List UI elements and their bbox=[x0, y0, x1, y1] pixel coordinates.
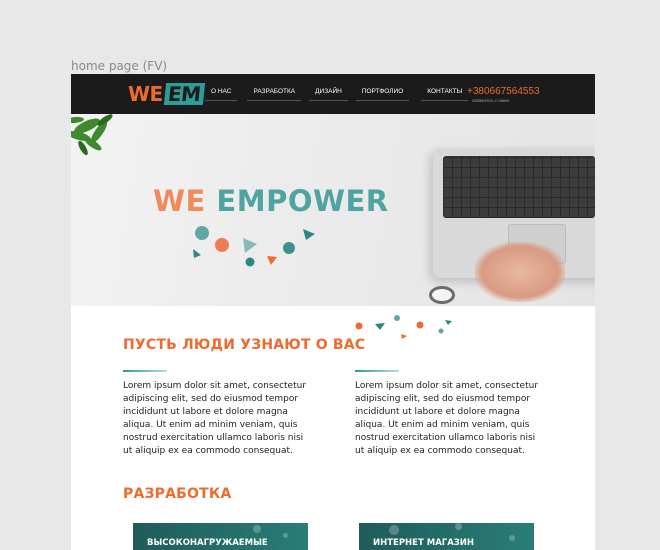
nav-item-contacts[interactable]: КОНТАКТЫ bbox=[421, 88, 469, 101]
phone-caption: свяжитесь с нами bbox=[472, 98, 510, 103]
hero-title-teal: EMPOWER bbox=[216, 184, 389, 218]
nav-item-development[interactable]: РАЗРАБОТКА bbox=[247, 88, 301, 101]
logo[interactable]: WE EM bbox=[128, 82, 205, 106]
about-text-right: Lorem ipsum dolor sit amet, consectetur … bbox=[355, 381, 539, 456]
frame-label: home page (FV) bbox=[71, 59, 168, 73]
laptop-keyboard bbox=[443, 156, 595, 218]
artboard: WE EM О НАС РАЗРАБОТКА ДИЗАЙН ПОРТФОЛИО … bbox=[71, 74, 595, 550]
about-column-right: Lorem ipsum dolor sit amet, consectetur … bbox=[355, 370, 545, 458]
watch-image bbox=[429, 286, 455, 304]
development-title: РАЗРАБОТКА bbox=[123, 486, 232, 502]
about-title: ПУСТЬ ЛЮДИ УЗНАЮТ О ВАС bbox=[123, 337, 366, 353]
hands-image bbox=[475, 242, 565, 302]
nav-item-portfolio[interactable]: ПОРТФОЛИО bbox=[355, 88, 410, 101]
service-card-label: ВЫСОКОНАГРУЖАЕМЫЕ bbox=[147, 538, 268, 548]
divider bbox=[355, 370, 399, 372]
nav-item-design[interactable]: ДИЗАЙН bbox=[309, 88, 348, 101]
service-card-highload[interactable]: ВЫСОКОНАГРУЖАЕМЫЕ bbox=[133, 523, 308, 550]
hero-title-orange: WE bbox=[153, 184, 217, 218]
logo-em: EM bbox=[163, 82, 205, 106]
hero-banner: WE EMPOWER bbox=[71, 114, 595, 306]
plant-image bbox=[71, 114, 113, 156]
about-column-left: Lorem ipsum dolor sit amet, consectetur … bbox=[123, 370, 313, 458]
main-nav: О НАС РАЗРАБОТКА ДИЗАЙН ПОРТФОЛИО КОНТАК… bbox=[201, 88, 469, 101]
divider bbox=[123, 370, 167, 372]
nav-item-about[interactable]: О НАС bbox=[204, 88, 239, 101]
phone-number[interactable]: +380667564553 bbox=[467, 86, 540, 97]
site-header: WE EM О НАС РАЗРАБОТКА ДИЗАЙН ПОРТФОЛИО … bbox=[71, 74, 595, 114]
hero-decor-shapes bbox=[193, 226, 315, 267]
section-decor-shapes bbox=[355, 315, 452, 339]
about-text-left: Lorem ipsum dolor sit amet, consectetur … bbox=[123, 381, 307, 456]
service-card-ecommerce[interactable]: ИНТЕРНЕТ МАГАЗИН bbox=[359, 523, 534, 550]
hero-title: WE EMPOWER bbox=[153, 184, 389, 218]
logo-we: WE bbox=[128, 82, 163, 106]
service-card-label: ИНТЕРНЕТ МАГАЗИН bbox=[373, 538, 475, 548]
